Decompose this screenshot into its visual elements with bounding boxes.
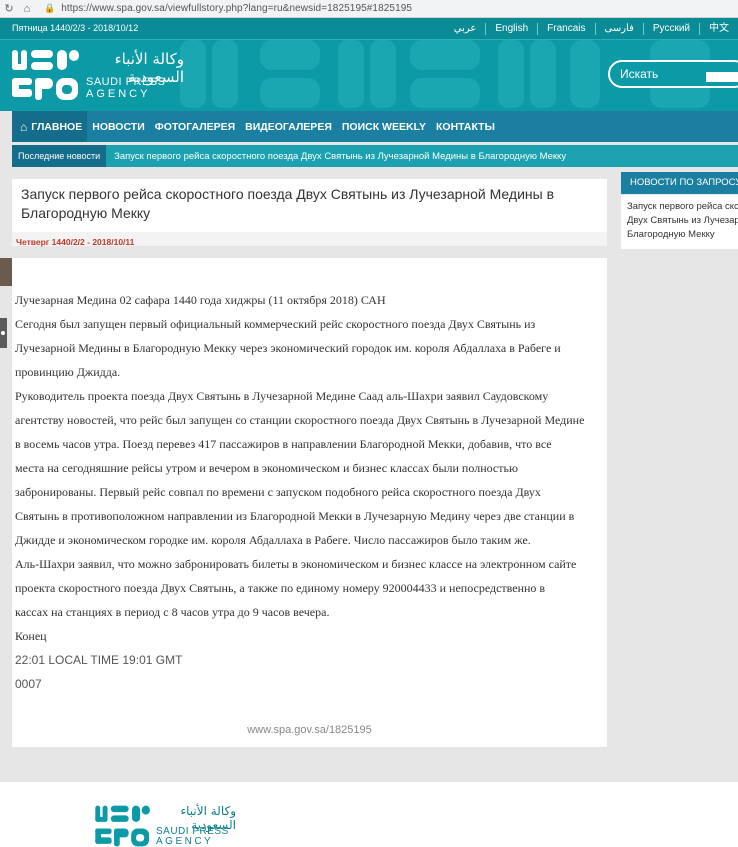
side-toggle-tab[interactable] bbox=[0, 318, 7, 348]
lang-russian[interactable]: Русский bbox=[642, 23, 699, 35]
article-body-card: Лучезарная Медина 02 сафара 1440 года хи… bbox=[12, 258, 607, 747]
search-button-edge[interactable] bbox=[706, 72, 738, 82]
related-news-line: Благородную Мекку bbox=[627, 229, 715, 240]
article-short-url[interactable]: www.spa.gov.sa/1825195 bbox=[12, 724, 607, 736]
article-line: Лучезарная Медина 02 сафара 1440 года хи… bbox=[15, 293, 386, 307]
lang-french[interactable]: Francais bbox=[537, 23, 594, 35]
article-line: проекта скоростного поезда Двух Святынь,… bbox=[15, 581, 546, 595]
article-line: Лучезарной Медины в Благородную Мекку че… bbox=[15, 341, 561, 355]
article-text: Лучезарная Медина 02 сафара 1440 года хи… bbox=[15, 288, 600, 696]
article-line: Аль-Шахри заявил, что можно забронироват… bbox=[15, 557, 577, 571]
spa-logo[interactable]: وكالة الأنباء السعودية SAUDI PRESS AGENC… bbox=[12, 48, 184, 102]
lang-english[interactable]: English bbox=[485, 23, 537, 35]
article-line: Святынь в противоположном направлении из… bbox=[15, 509, 575, 523]
logo-english-line1: SAUDI PRESS bbox=[86, 76, 166, 88]
latest-news-ticker: Последние новости Запуск первого рейса с… bbox=[12, 145, 738, 167]
site-footer: وكالة الأنباء السعودية SAUDI PRESS AGENC… bbox=[0, 782, 738, 847]
language-switcher: عربي English Francais فارسی Русский 中文 bbox=[445, 18, 738, 40]
site-header: Пятница 1440/2/3 - 2018/10/12 عربي Engli… bbox=[0, 18, 738, 111]
ticker-label: Последние новости bbox=[12, 145, 107, 167]
article-date: Четверг 1440/2/2 - 2018/10/11 bbox=[16, 237, 135, 247]
article-time: 22:01 LOCAL TIME 19:01 GMT bbox=[15, 653, 183, 667]
lang-arabic[interactable]: عربي bbox=[445, 23, 486, 35]
article-line: кассах на станциях в период с 8 часов ут… bbox=[15, 605, 330, 619]
footer-logo-english-line2: AGENCY bbox=[156, 836, 214, 847]
lang-farsi[interactable]: فارسی bbox=[594, 23, 643, 35]
main-navigation: ⌂ ГЛАВНОЕ НОВОСТИ ФОТОГАЛЕРЕЯ ВИДЕОГАЛЕР… bbox=[12, 111, 738, 142]
article-line: забронированы. Первый рейс совпал по вре… bbox=[15, 485, 541, 499]
nav-link-home[interactable]: ГЛАВНОЕ bbox=[31, 121, 82, 133]
footer-logo[interactable]: وكالة الأنباء السعودية SAUDI PRESS AGENC… bbox=[95, 804, 245, 847]
side-share-tab[interactable] bbox=[0, 258, 12, 286]
ticker-headline[interactable]: Запуск первого рейса скоростного поезда … bbox=[106, 151, 566, 162]
utility-bar: Пятница 1440/2/3 - 2018/10/12 عربي Engli… bbox=[0, 18, 738, 40]
article-code: 0007 bbox=[15, 677, 42, 691]
browser-address-bar: ↻ ⌂ 🔒 https://www.spa.gov.sa/viewfullsto… bbox=[0, 0, 738, 18]
article-dateline: Четверг 1440/2/2 - 2018/10/11 bbox=[12, 232, 607, 247]
article-title: Запуск первого рейса скоростного поезда … bbox=[21, 186, 555, 221]
related-news-line: Двух Святынь из Лучезарной Медины в bbox=[627, 215, 738, 226]
home-icon[interactable]: ⌂ bbox=[18, 3, 36, 15]
footer-logo-mark bbox=[95, 805, 150, 847]
related-news-item[interactable]: Запуск первого рейса скоростного поезда … bbox=[621, 195, 738, 249]
article-line: в восемь часов утра. Поезд перевез 417 п… bbox=[15, 437, 552, 451]
nav-item-home[interactable]: ⌂ ГЛАВНОЕ bbox=[12, 111, 88, 142]
url-text[interactable]: https://www.spa.gov.sa/viewfullstory.php… bbox=[61, 3, 412, 14]
nav-link-photo-gallery[interactable]: ФОТОГАЛЕРЕЯ bbox=[150, 121, 240, 133]
nav-link-news[interactable]: НОВОСТИ bbox=[87, 121, 150, 133]
article-line: Сегодня был запущен первый официальный к… bbox=[15, 317, 536, 331]
lang-chinese[interactable]: 中文 bbox=[699, 23, 738, 35]
related-news-heading: НОВОСТИ ПО ЗАПРОСУ bbox=[621, 172, 738, 194]
article-line: места на сегодняшние рейсы утром и вечер… bbox=[15, 461, 518, 475]
article-line: Руководитель проекта поезда Двух Святынь… bbox=[15, 389, 549, 403]
article-title-card: Запуск первого рейса скоростного поезда … bbox=[12, 179, 607, 232]
logo-english-line2: AGENCY bbox=[86, 88, 151, 100]
nav-link-video-gallery[interactable]: ВИДЕОГАЛЕРЕЯ bbox=[240, 121, 337, 133]
reload-icon[interactable]: ↻ bbox=[0, 2, 18, 15]
lock-icon: 🔒 bbox=[44, 3, 56, 13]
related-news-line: Запуск первого рейса скоростного поезда bbox=[627, 201, 738, 212]
home-icon: ⌂ bbox=[20, 119, 28, 134]
article-line: провинцию Джидда. bbox=[15, 365, 121, 379]
nav-link-contacts[interactable]: КОНТАКТЫ bbox=[431, 121, 500, 133]
spa-logo-mark bbox=[12, 50, 79, 100]
article-line: агентству новостей, что рейс был запущен… bbox=[15, 413, 585, 427]
header-date: Пятница 1440/2/3 - 2018/10/12 bbox=[12, 23, 139, 33]
article-end-label: Конец bbox=[15, 629, 47, 643]
nav-link-search-weekly[interactable]: ПОИСК WEEKLY bbox=[337, 121, 431, 133]
article-line: Джидде и экономическом городке им. корол… bbox=[15, 533, 531, 547]
